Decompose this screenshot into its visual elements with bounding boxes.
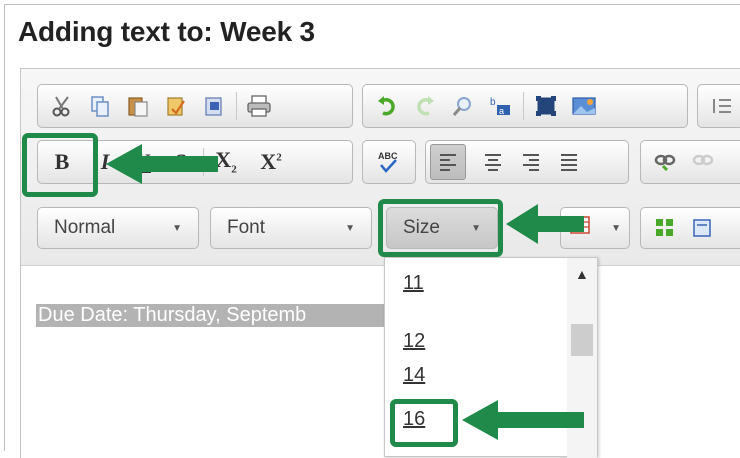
arrow-left-icon — [106, 144, 218, 184]
paste-word-icon[interactable] — [196, 88, 232, 124]
chevron-down-icon: ▼ — [172, 222, 182, 234]
selected-text[interactable]: Due Date: Thursday, Septemb — [36, 304, 386, 327]
size-option-12[interactable]: 12 — [403, 330, 425, 353]
template-icon[interactable] — [685, 210, 721, 246]
superscript-mark: 2 — [276, 151, 282, 164]
size-highlight — [378, 199, 503, 257]
size-16-highlight — [390, 399, 458, 447]
arrow-left-icon — [506, 204, 584, 244]
link-icon[interactable] — [647, 144, 683, 180]
font-select[interactable]: Font ▼ — [210, 207, 372, 249]
chevron-up-icon[interactable]: ▲ — [575, 266, 589, 282]
bold-highlight — [22, 133, 98, 197]
format-select-label: Normal — [54, 217, 116, 238]
paste-icon[interactable] — [120, 88, 156, 124]
spellcheck-icon[interactable]: ABC — [370, 144, 406, 180]
copy-icon[interactable] — [82, 88, 118, 124]
size-option-11[interactable]: 11 — [403, 272, 424, 295]
page-title: Adding text to: Week 3 — [18, 16, 315, 47]
align-left-icon[interactable] — [430, 144, 466, 180]
superscript-label: X — [260, 149, 277, 174]
toolbar-separator — [236, 92, 237, 120]
list-icon[interactable] — [704, 88, 740, 124]
unlink-icon[interactable] — [685, 144, 721, 180]
print-icon[interactable] — [241, 88, 277, 124]
font-select-label: Font — [227, 217, 266, 238]
alignment-group — [425, 140, 629, 184]
image-icon[interactable] — [566, 88, 602, 124]
editor-content[interactable] — [21, 267, 740, 447]
superscript-button[interactable]: X2 — [253, 144, 289, 180]
format-select[interactable]: Normal ▼ — [37, 207, 199, 249]
toolbar-separator — [523, 92, 524, 120]
clipboard-group — [37, 84, 353, 128]
link-group — [640, 140, 740, 184]
replace-icon[interactable]: ba — [483, 88, 519, 124]
subscript-mark: 2 — [231, 163, 237, 176]
size-option-14[interactable]: 14 — [403, 364, 425, 387]
paste-text-icon[interactable] — [158, 88, 194, 124]
align-center-icon[interactable] — [475, 144, 511, 180]
chevron-down-icon: ▼ — [345, 222, 355, 234]
undo-icon[interactable] — [369, 88, 405, 124]
align-right-icon[interactable] — [513, 144, 549, 180]
align-justify-icon[interactable] — [551, 144, 587, 180]
redo-icon[interactable] — [407, 88, 443, 124]
scrollbar-thumb[interactable] — [571, 324, 593, 356]
find-icon[interactable] — [445, 88, 481, 124]
tools-group — [640, 207, 740, 249]
svg-text:b: b — [490, 97, 496, 108]
spellcheck-group: ABC — [362, 140, 416, 184]
svg-text:a: a — [499, 106, 504, 116]
edit-group: ba — [362, 84, 688, 128]
cut-icon[interactable] — [44, 88, 80, 124]
list-group — [697, 84, 740, 128]
arrow-left-icon — [462, 400, 584, 440]
select-all-icon[interactable] — [528, 88, 564, 124]
source-icon[interactable] — [647, 210, 683, 246]
chevron-down-icon: ▼ — [611, 222, 621, 234]
